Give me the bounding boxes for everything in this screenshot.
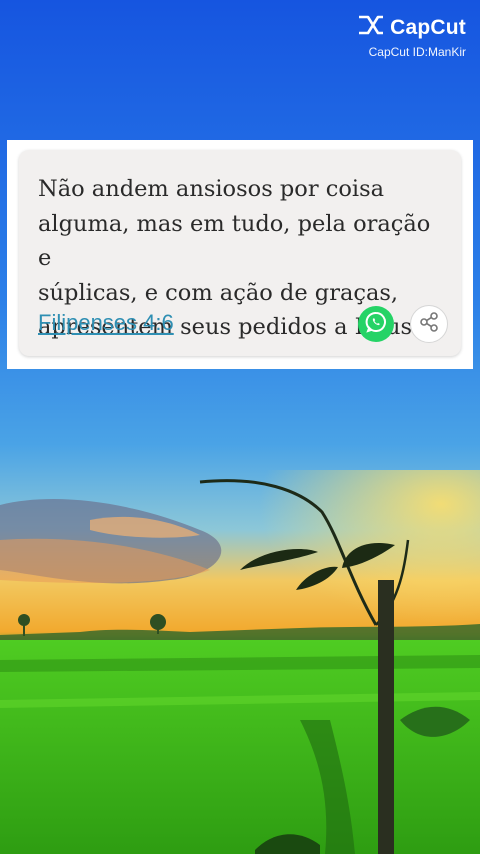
verse-line: súplicas, e com ação de graças, xyxy=(38,279,399,306)
whatsapp-share-button[interactable] xyxy=(358,306,394,342)
capcut-watermark: CapCut CapCut ID:ManKir xyxy=(346,14,466,59)
verse-line: alguma, mas em tudo, pela oração e xyxy=(38,210,431,272)
capcut-logo-icon xyxy=(356,14,386,41)
share-button[interactable] xyxy=(410,305,448,343)
verse-card: Não andem ansiosos por coisa alguma, mas… xyxy=(19,150,461,356)
verse-card-frame: Não andem ansiosos por coisa alguma, mas… xyxy=(7,140,473,369)
whatsapp-icon xyxy=(364,310,388,339)
verse-reference-link[interactable]: Filipenses 4:6 xyxy=(38,310,174,336)
background-landscape xyxy=(0,0,480,854)
capcut-logo-text: CapCut xyxy=(390,15,466,39)
capcut-id-text: CapCut ID:ManKir xyxy=(368,45,466,59)
verse-line: Não andem ansiosos por coisa xyxy=(38,176,385,202)
share-icon xyxy=(418,311,440,338)
